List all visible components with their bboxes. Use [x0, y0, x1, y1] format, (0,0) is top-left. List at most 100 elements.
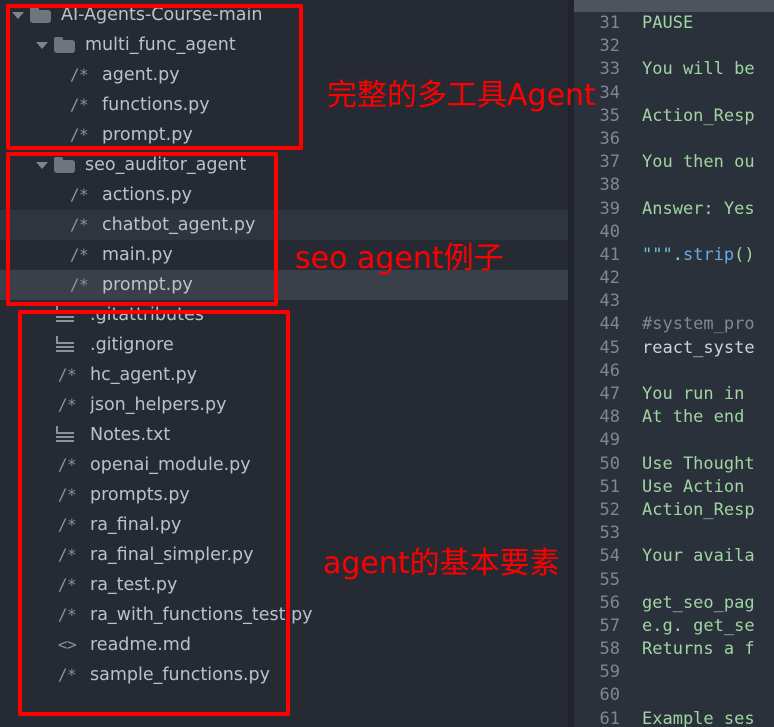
- code-line[interactable]: 45 react_syste: [568, 337, 774, 360]
- tree-file-label: Notes.txt: [90, 425, 171, 445]
- code-line[interactable]: 52 Action_Resp: [568, 499, 774, 522]
- code-line[interactable]: 35 Action_Resp: [568, 105, 774, 128]
- line-number: 31: [599, 13, 620, 33]
- python-file-icon: /*: [69, 65, 89, 84]
- tree-file-label: prompt.py: [102, 125, 193, 145]
- code-line[interactable]: 42: [568, 267, 774, 290]
- line-number: 42: [599, 268, 620, 289]
- code-line[interactable]: 54 Your availa: [568, 545, 774, 568]
- chevron-down-icon[interactable]: [12, 9, 24, 21]
- folder-icon: [30, 7, 52, 23]
- tree-file-label: json_helpers.py: [90, 395, 227, 415]
- code-line[interactable]: 61 Example ses: [568, 708, 774, 727]
- code-editor-panel[interactable]: 31 PAUSE 32 33 You will be 34 35 Action_Resp 36 3…: [568, 0, 774, 727]
- line-number: 53: [599, 523, 620, 544]
- python-file-icon: /*: [69, 215, 89, 234]
- code-line[interactable]: 55: [568, 569, 774, 592]
- line-number: 37: [599, 152, 620, 173]
- markdown-file-icon: <>: [57, 635, 77, 654]
- code-text: You then ou: [642, 152, 755, 173]
- tree-folder-row[interactable]: AI-Agents-Course-main: [0, 0, 568, 30]
- line-number: 47: [599, 384, 620, 404]
- code-line[interactable]: 49: [568, 429, 774, 452]
- code-line[interactable]: 34: [568, 82, 774, 105]
- tree-folder-row[interactable]: seo_auditor_agent: [0, 150, 568, 180]
- code-line[interactable]: 44 #system_pro: [568, 313, 774, 336]
- code-line[interactable]: 56 get_seo_pag: [568, 592, 774, 615]
- code-line[interactable]: 32: [568, 35, 774, 58]
- tree-file-label: agent.py: [102, 65, 180, 85]
- editor-tab-bar[interactable]: [568, 0, 774, 12]
- code-line[interactable]: 50 Use Thought: [568, 453, 774, 476]
- python-file-icon: /*: [57, 515, 77, 534]
- annotation-label-agent-basics: agent的基本要素: [323, 546, 560, 581]
- tree-file-row[interactable]: /* prompt.py: [0, 120, 568, 150]
- tree-file-row[interactable]: /* openai_module.py: [0, 450, 568, 480]
- code-line[interactable]: 31 PAUSE: [568, 12, 774, 35]
- tree-file-row[interactable]: /* actions.py: [0, 180, 568, 210]
- code-line[interactable]: 47 You run in: [568, 383, 774, 406]
- tree-file-row[interactable]: .gitattributes: [0, 300, 568, 330]
- code-line[interactable]: 58 Returns a f: [568, 638, 774, 661]
- line-number: 61: [599, 708, 620, 727]
- line-number: 60: [599, 685, 620, 706]
- tree-file-row[interactable]: /* sample_functions.py: [0, 660, 568, 690]
- chevron-down-icon[interactable]: [36, 159, 48, 171]
- tree-folder-label: seo_auditor_agent: [85, 155, 247, 175]
- line-number: 44: [599, 314, 620, 335]
- code-line[interactable]: 43: [568, 290, 774, 313]
- code-line[interactable]: 38: [568, 174, 774, 197]
- code-line[interactable]: 40: [568, 221, 774, 244]
- tree-file-row[interactable]: .gitignore: [0, 330, 568, 360]
- code-line[interactable]: 41 """.strip(): [568, 244, 774, 267]
- tree-file-row[interactable]: Notes.txt: [0, 420, 568, 450]
- python-file-icon: /*: [69, 95, 89, 114]
- tree-file-label: chatbot_agent.py: [102, 215, 256, 235]
- annotation-label-multi-tool-agent: 完整的多工具Agent: [327, 78, 596, 113]
- tree-file-row[interactable]: /* hc_agent.py: [0, 360, 568, 390]
- line-number: 54: [599, 546, 620, 567]
- code-text: Action_Resp: [642, 105, 755, 126]
- code-line[interactable]: 39 Answer: Yes: [568, 198, 774, 221]
- tree-folder-label: AI-Agents-Course-main: [61, 5, 263, 25]
- tree-folder-row[interactable]: multi_func_agent: [0, 30, 568, 60]
- tree-file-row[interactable]: /* json_helpers.py: [0, 390, 568, 420]
- code-line[interactable]: 59: [568, 661, 774, 684]
- tree-file-label: ra_final.py: [90, 515, 182, 535]
- code-line[interactable]: 46: [568, 360, 774, 383]
- code-text: Returns a f: [642, 639, 755, 660]
- python-file-icon: /*: [57, 395, 77, 414]
- chevron-down-icon[interactable]: [36, 39, 48, 51]
- code-text: Your availa: [642, 546, 755, 567]
- code-line[interactable]: 37 You then ou: [568, 151, 774, 174]
- code-text: #system_pro: [642, 314, 755, 335]
- code-text: Action_Resp: [642, 499, 755, 520]
- code-text: You will be: [642, 59, 755, 80]
- code-text: react_syste: [642, 337, 755, 358]
- code-text: """.strip(): [642, 244, 755, 265]
- tree-file-label: .gitattributes: [90, 305, 204, 325]
- text-file-icon: [52, 336, 82, 354]
- line-number: 43: [599, 291, 620, 312]
- tree-file-row[interactable]: /* prompts.py: [0, 480, 568, 510]
- code-line[interactable]: 33 You will be: [568, 58, 774, 81]
- python-file-icon: /*: [57, 365, 77, 384]
- folder-icon: [54, 37, 76, 53]
- code-line[interactable]: 53: [568, 522, 774, 545]
- line-number: 59: [599, 662, 620, 683]
- code-line[interactable]: 57 e.g. get_se: [568, 615, 774, 638]
- line-number: 52: [599, 499, 620, 520]
- tree-file-row[interactable]: <> readme.md: [0, 630, 568, 660]
- code-lines-container[interactable]: 31 PAUSE 32 33 You will be 34 35 Action_Resp 36 3…: [568, 0, 774, 727]
- code-line[interactable]: 60: [568, 684, 774, 707]
- line-number: 48: [599, 407, 620, 428]
- code-line[interactable]: 36: [568, 128, 774, 151]
- annotation-label-seo-agent-example: seo agent例子: [295, 241, 504, 276]
- text-file-icon: [52, 426, 82, 444]
- code-line[interactable]: 51 Use Action: [568, 476, 774, 499]
- tree-file-label: main.py: [102, 245, 173, 265]
- tree-file-row[interactable]: /* ra_with_functions_test.py: [0, 600, 568, 630]
- tree-file-row[interactable]: /* ra_final.py: [0, 510, 568, 540]
- code-line[interactable]: 48 At the end: [568, 406, 774, 429]
- line-number: 55: [599, 569, 620, 590]
